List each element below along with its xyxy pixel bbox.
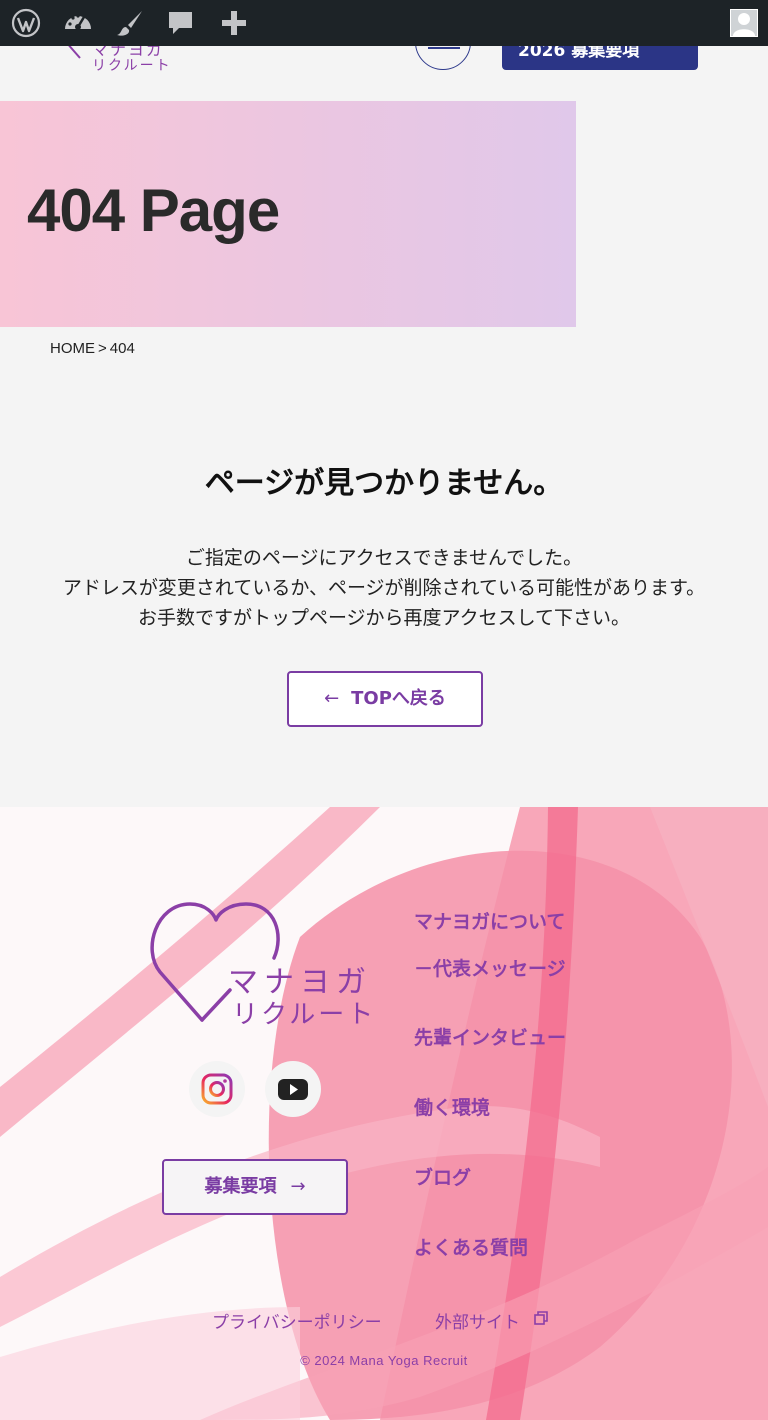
- message-line: お手数ですがトップページから再度アクセスして下さい。: [137, 607, 631, 629]
- customize-brush-icon[interactable]: [114, 7, 146, 39]
- message-line: ご指定のページにアクセスできませんでした。: [185, 547, 583, 569]
- header-logo-text-2[interactable]: リクルート: [92, 55, 172, 75]
- arrow-left-icon: ←: [324, 688, 340, 709]
- not-found-heading: ページが見つかりません。: [204, 466, 564, 501]
- footer-nav-message[interactable]: －代表メッセージ: [414, 954, 566, 981]
- footer-nav-interview[interactable]: 先輩インタビュー: [414, 1023, 566, 1050]
- breadcrumb-home-link[interactable]: HOME: [50, 340, 95, 357]
- arrow-right-icon: →: [290, 1176, 306, 1197]
- site-footer: マナヨガ リクルート 募集要項 → マナヨガについて －代表メッセージ 先輩イン…: [0, 807, 768, 1420]
- user-avatar[interactable]: [730, 9, 758, 37]
- message-line: アドレスが変更されているか、ページが削除されている可能性があります。: [62, 577, 706, 599]
- privacy-policy-link[interactable]: プライバシーポリシー: [212, 1308, 382, 1333]
- instagram-link[interactable]: [189, 1061, 245, 1117]
- footer-nav-environment[interactable]: 働く環境: [414, 1093, 490, 1120]
- breadcrumb-separator: >: [98, 340, 107, 357]
- breadcrumb: HOME >404: [50, 340, 135, 357]
- footer-nav-blog[interactable]: ブログ: [414, 1163, 471, 1190]
- footer-nav-about[interactable]: マナヨガについて: [414, 907, 565, 934]
- footer-nav-faq[interactable]: よくある質問: [414, 1233, 528, 1260]
- back-to-top-label: TOPへ戻る: [351, 688, 446, 709]
- wordpress-icon[interactable]: [10, 7, 42, 39]
- instagram-icon: [201, 1073, 233, 1105]
- hamburger-line: [428, 47, 460, 49]
- dashboard-icon[interactable]: [62, 7, 94, 39]
- youtube-icon: [278, 1079, 308, 1100]
- page-hero: 404 Page: [0, 101, 576, 327]
- not-found-message: ご指定のページにアクセスできませんでした。 アドレスが変更されているか、ページが…: [0, 543, 768, 633]
- new-plus-icon[interactable]: [218, 7, 250, 39]
- admin-bar: [0, 0, 768, 46]
- footer-logo-text-2[interactable]: リクルート: [232, 994, 376, 1031]
- page-title: 404 Page: [27, 177, 280, 244]
- external-site-link[interactable]: 外部サイト: [435, 1308, 549, 1333]
- footer-watercolor-background: [0, 807, 768, 1420]
- external-site-label: 外部サイト: [435, 1313, 520, 1333]
- avatar-silhouette-icon: [733, 13, 755, 36]
- external-link-icon: [534, 1311, 549, 1325]
- footer-recruit-button[interactable]: 募集要項 →: [162, 1159, 348, 1215]
- comments-icon[interactable]: [165, 7, 197, 39]
- back-to-top-button[interactable]: ← TOPへ戻る: [287, 671, 483, 727]
- copyright: © 2024 Mana Yoga Recruit: [300, 1353, 468, 1368]
- youtube-link[interactable]: [265, 1061, 321, 1117]
- footer-recruit-label: 募集要項: [204, 1176, 277, 1197]
- breadcrumb-current: 404: [109, 340, 135, 357]
